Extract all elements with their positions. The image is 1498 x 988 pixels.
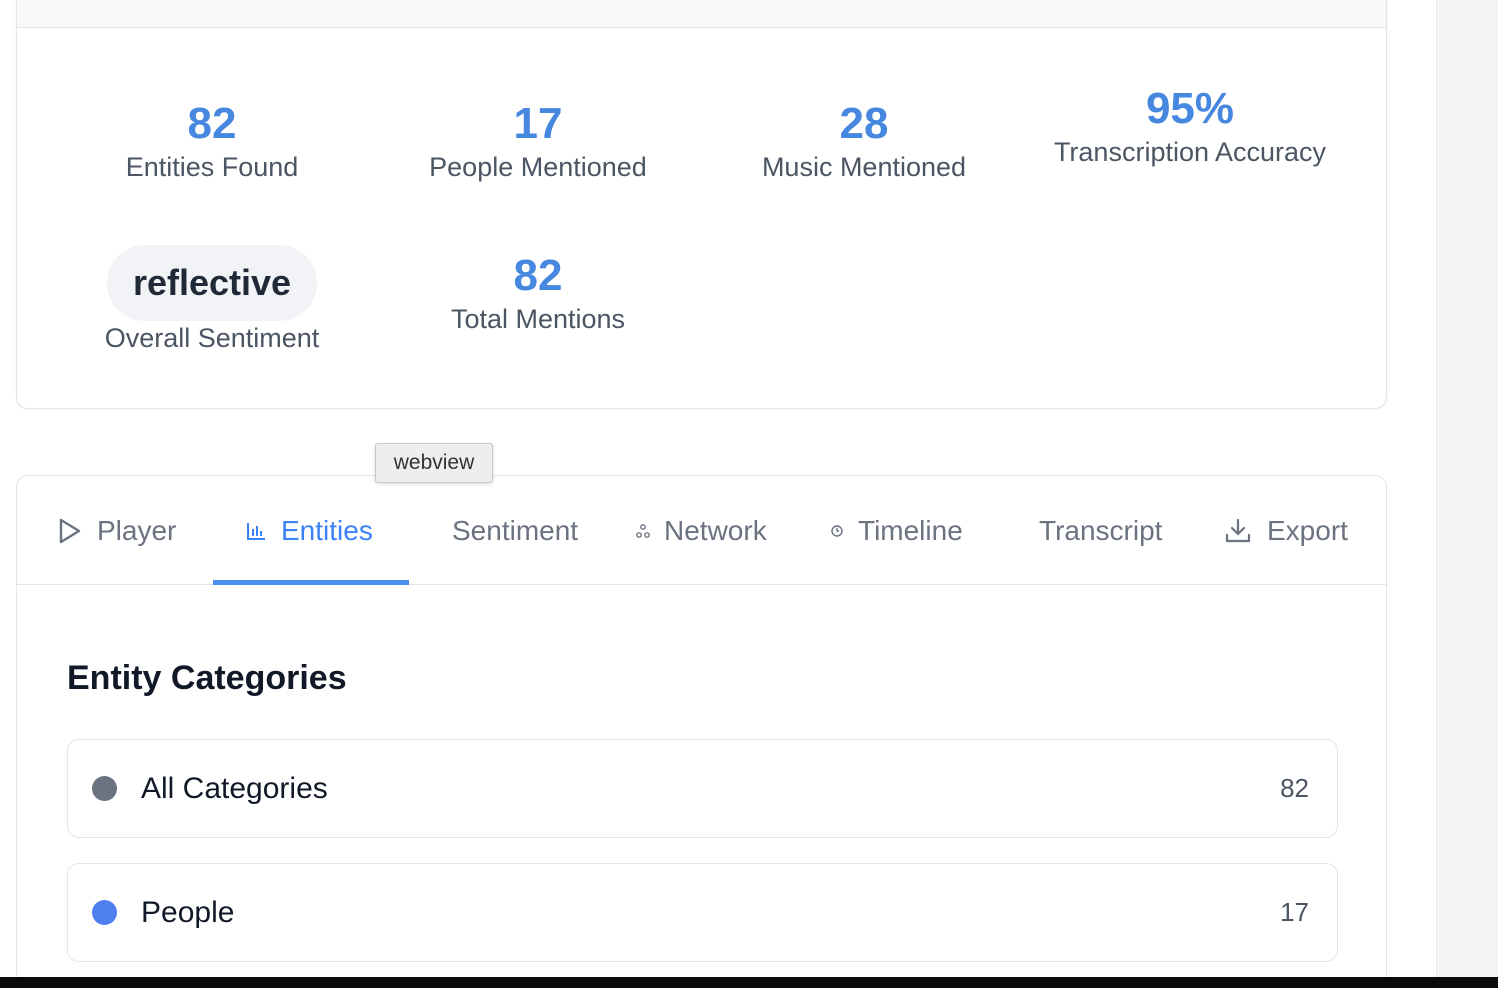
entity-categories-title: Entity Categories xyxy=(67,659,347,697)
stat-label: Transcription Accuracy xyxy=(1053,137,1327,167)
tab-bar: Player Entities Sentiment Network Timeli… xyxy=(17,476,1386,585)
stat-transcription-accuracy: 95% Transcription Accuracy xyxy=(1027,83,1353,169)
stat-total-mentions: 82 Total Mentions xyxy=(375,250,701,336)
tab-export[interactable]: Export xyxy=(1223,476,1348,585)
sentiment-badge: reflective xyxy=(106,245,318,321)
stat-label: People Mentioned xyxy=(429,152,647,182)
bar-chart-icon xyxy=(245,520,267,542)
stat-label: Music Mentioned xyxy=(761,152,967,182)
tab-label: Network xyxy=(664,514,767,546)
app-page: 82 Entities Found 17 People Mentioned 28… xyxy=(0,0,1498,988)
stat-music-mentioned: 28 Music Mentioned xyxy=(701,98,1027,184)
tab-label: Export xyxy=(1267,514,1348,546)
stat-label: Entities Found xyxy=(125,152,299,182)
category-count: 17 xyxy=(1280,897,1309,927)
tab-player[interactable]: Player xyxy=(57,476,176,585)
stat-value: 82 xyxy=(513,251,563,300)
tab-label: Transcript xyxy=(1039,514,1163,546)
analysis-tabs-card: Player Entities Sentiment Network Timeli… xyxy=(16,475,1387,988)
category-item-people[interactable]: People 17 xyxy=(67,863,1338,962)
stats-summary-card: 82 Entities Found 17 People Mentioned 28… xyxy=(16,0,1387,409)
tab-timeline[interactable]: Timeline xyxy=(830,476,963,585)
tab-transcript[interactable]: Transcript xyxy=(1039,476,1162,585)
category-count: 82 xyxy=(1280,773,1309,803)
tab-label: Player xyxy=(97,514,177,546)
right-side-panel xyxy=(1436,0,1498,988)
stat-people-mentioned: 17 People Mentioned xyxy=(375,98,701,184)
stat-value: 28 xyxy=(839,99,889,148)
category-color-dot xyxy=(92,900,117,925)
active-tab-indicator xyxy=(213,580,409,585)
webview-tooltip: webview xyxy=(375,443,493,483)
tab-label: Sentiment xyxy=(452,514,579,546)
tab-sentiment[interactable]: Sentiment xyxy=(452,476,578,585)
stats-card-header xyxy=(17,0,1386,28)
category-label: People xyxy=(141,895,235,929)
stat-value: 17 xyxy=(513,99,563,148)
stat-entities-found: 82 Entities Found xyxy=(49,98,375,184)
tab-label: Entities xyxy=(281,514,373,546)
network-icon xyxy=(636,523,650,538)
stat-value: 95% xyxy=(1145,84,1235,133)
play-icon xyxy=(57,517,83,545)
tab-entities[interactable]: Entities xyxy=(245,476,373,585)
tab-network[interactable]: Network xyxy=(636,476,767,585)
stat-label: Total Mentions xyxy=(450,304,626,334)
category-label: All Categories xyxy=(141,771,328,805)
bottom-edge-bar xyxy=(0,977,1498,988)
stat-value: 82 xyxy=(187,99,237,148)
clock-icon xyxy=(830,524,844,538)
category-color-dot xyxy=(92,776,117,801)
download-icon xyxy=(1223,516,1253,546)
tab-label: Timeline xyxy=(858,514,963,546)
stat-label: Overall Sentiment xyxy=(104,323,320,353)
category-item-all[interactable]: All Categories 82 xyxy=(67,739,1338,838)
stat-overall-sentiment: reflective Overall Sentiment xyxy=(49,245,375,355)
